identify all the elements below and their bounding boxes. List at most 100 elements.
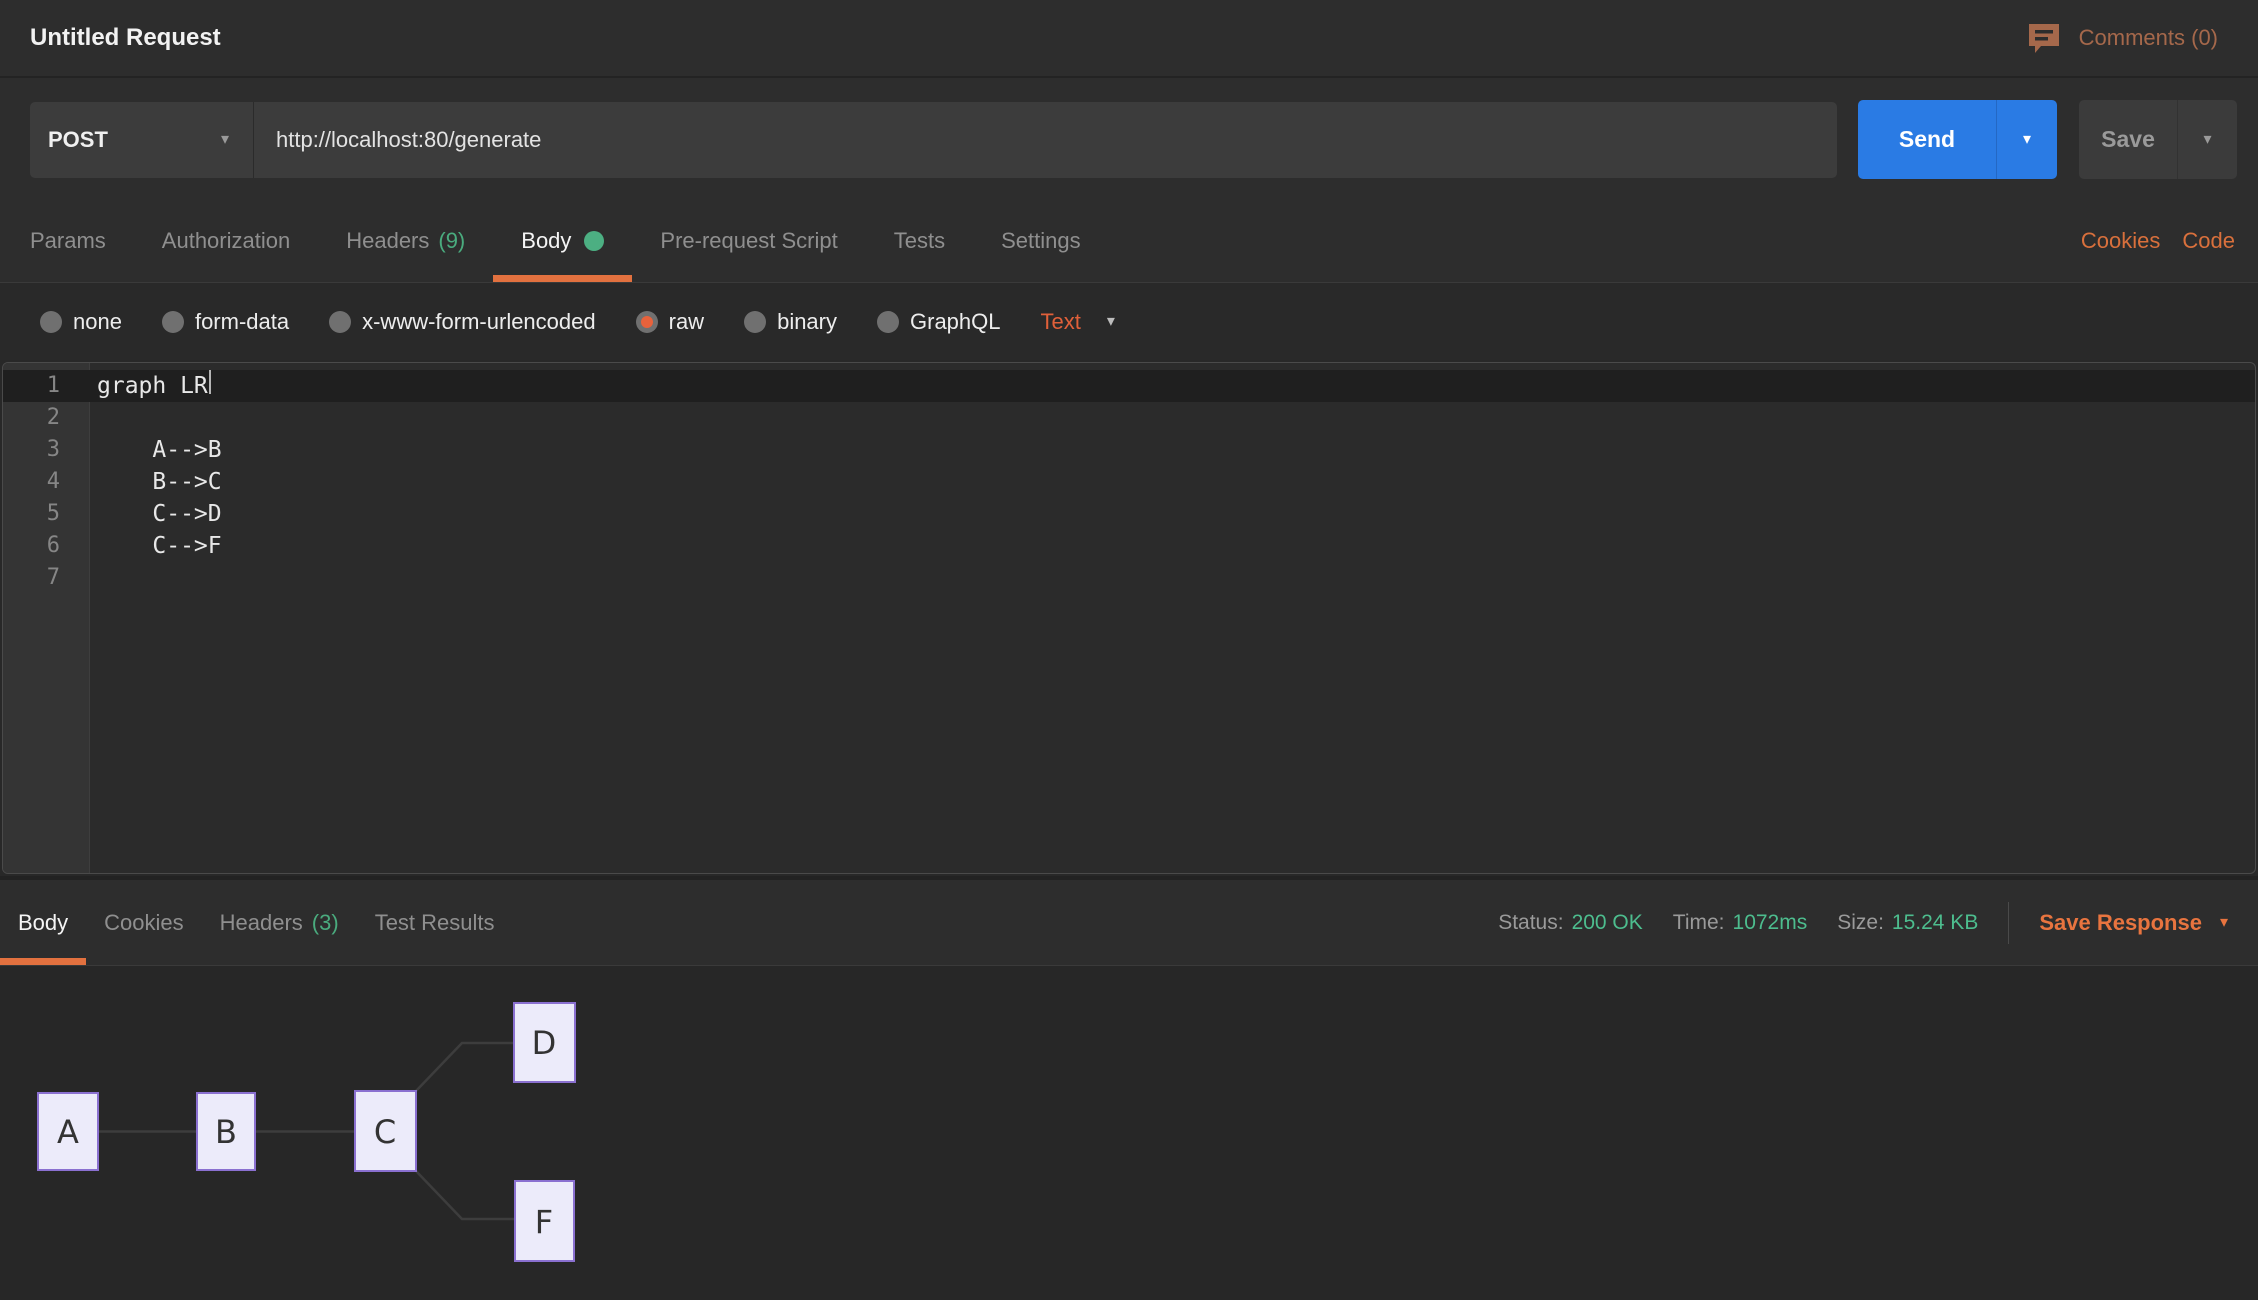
request-url-row: POST ▾ Send ▾ Save ▾ [0,78,2258,200]
tab-pre-request-script[interactable]: Pre-request Script [632,200,865,282]
send-dropdown-button[interactable]: ▾ [1996,100,2057,179]
url-panel: POST ▾ [30,102,1837,178]
url-input[interactable] [276,127,1837,153]
time-label: Time: [1673,911,1725,935]
tab-params[interactable]: Params [2,200,134,282]
tab-label: Settings [1001,228,1081,254]
radio-icon[interactable] [40,311,62,333]
response-meta-row: Body Cookies Headers (3) Test Results St… [0,876,2258,966]
graph-node-f: F [515,1181,574,1261]
tab-label: Headers [220,910,303,936]
code-line[interactable]: 2 [3,402,2255,434]
radio-label: none [73,309,122,335]
code-line[interactable]: 7 [3,562,2255,594]
radio-label: x-www-form-urlencoded [362,309,596,335]
url-input-wrap [254,102,1837,178]
save-dropdown-button[interactable]: ▾ [2177,100,2237,179]
body-type-binary[interactable]: binary [744,309,837,335]
code-text: C-->D [90,498,222,530]
tab-headers[interactable]: Headers (9) [318,200,493,282]
line-number: 3 [3,434,90,466]
method-select[interactable]: POST ▾ [30,102,254,178]
code-line[interactable]: 1 graph LR [3,370,2255,402]
send-button[interactable]: Send ▾ [1858,100,2057,179]
cookies-link[interactable]: Cookies [2081,228,2160,254]
raw-format-select[interactable]: Text ▾ [1041,309,1115,335]
code-line[interactable]: 4 B-->C [3,466,2255,498]
body-filled-dot-icon [584,231,604,251]
save-response-label: Save Response [2039,910,2202,936]
tab-label: Params [30,228,106,254]
radio-icon[interactable] [744,311,766,333]
body-type-raw[interactable]: raw [636,309,704,335]
radio-icon[interactable] [877,311,899,333]
body-type-form-data[interactable]: form-data [162,309,289,335]
comments-button[interactable]: Comments (0) [2027,22,2218,54]
radio-icon[interactable] [329,311,351,333]
radio-icon[interactable] [162,311,184,333]
body-type-x-www-form-urlencoded[interactable]: x-www-form-urlencoded [329,309,596,335]
chevron-down-icon: ▾ [221,132,229,148]
status-value: 200 OK [1572,911,1643,935]
text-cursor [209,370,211,394]
response-tab-cookies[interactable]: Cookies [92,880,195,965]
tab-label: Test Results [375,910,495,936]
node-label: F [535,1203,553,1241]
tab-label: Headers [346,228,429,254]
tab-label: Cookies [104,910,183,936]
graph-node-b: B [197,1093,255,1170]
code-link[interactable]: Code [2182,228,2235,254]
size-stat: Size: 15.24 KB [1837,911,1978,935]
tab-body[interactable]: Body [493,200,632,282]
node-label: D [532,1024,557,1062]
size-value: 15.24 KB [1892,911,1978,935]
body-type-none[interactable]: none [40,309,122,335]
code-text: graph LR [90,370,208,402]
request-titlebar: Untitled Request Comments (0) [0,0,2258,78]
graph-node-c: C [355,1091,416,1171]
code-line[interactable]: 3 A-->B [3,434,2255,466]
save-response-button[interactable]: Save Response ▾ [2039,910,2228,936]
radio-label: raw [669,309,704,335]
code-text [90,562,97,594]
method-label: POST [48,127,108,153]
comment-bubble-icon [2027,22,2061,54]
chevron-down-icon: ▾ [2023,132,2031,148]
radio-selected-icon[interactable] [636,311,658,333]
vertical-divider [2008,902,2009,944]
size-label: Size: [1837,911,1884,935]
body-type-graphql[interactable]: GraphQL [877,309,1001,335]
tab-label: Authorization [162,228,290,254]
request-tabs: Params Authorization Headers (9) Body Pr… [0,200,2258,283]
line-number: 7 [3,562,90,594]
response-tab-body[interactable]: Body [6,880,80,965]
headers-count-badge: (9) [438,228,465,254]
node-label: B [215,1113,237,1151]
line-number: 6 [3,530,90,562]
response-body: A B C D F [0,966,2258,1300]
radio-label: form-data [195,309,289,335]
tab-tests[interactable]: Tests [866,200,973,282]
response-stats: Status: 200 OK Time: 1072ms Size: 15.24 … [1498,902,2228,944]
tab-authorization[interactable]: Authorization [134,200,318,282]
request-body-editor-wrap: 1 graph LR 2 3 A-->B 4 B-->C 5 C-->D [0,360,2258,876]
save-button[interactable]: Save ▾ [2079,100,2237,179]
edge-c-d [416,1043,514,1091]
save-button-label[interactable]: Save [2079,100,2177,179]
comments-label: Comments (0) [2079,25,2218,51]
radio-label: binary [777,309,837,335]
graph-node-d: D [514,1003,575,1082]
code-line[interactable]: 6 C-->F [3,530,2255,562]
code-editor[interactable]: 1 graph LR 2 3 A-->B 4 B-->C 5 C-->D [2,362,2256,874]
response-tab-test-results[interactable]: Test Results [363,880,507,965]
time-value: 1072ms [1733,911,1808,935]
code-line[interactable]: 5 C-->D [3,498,2255,530]
tab-label: Body [18,910,68,936]
send-button-label[interactable]: Send [1858,100,1996,179]
line-number: 1 [3,370,90,402]
node-label: C [374,1113,396,1151]
response-tab-headers[interactable]: Headers (3) [208,880,351,965]
tab-settings[interactable]: Settings [973,200,1109,282]
status-label: Status: [1498,911,1563,935]
node-label: A [57,1113,79,1151]
